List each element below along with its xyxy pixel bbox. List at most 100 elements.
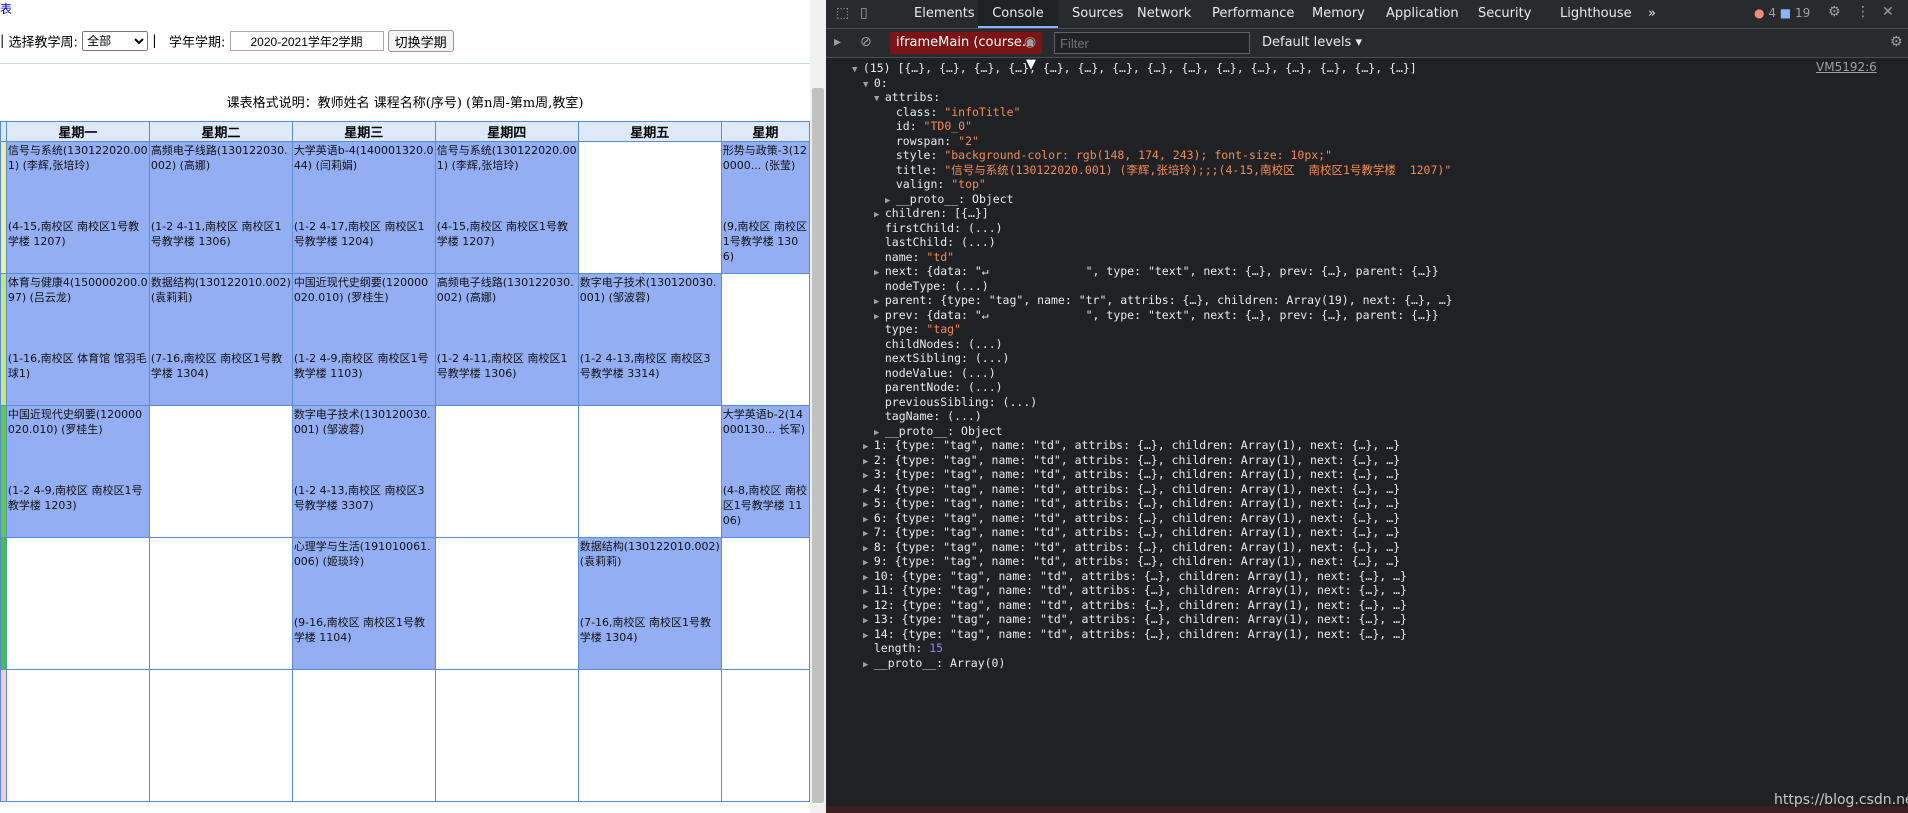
course-cell[interactable]: 数据结构(130122010.002) (袁莉莉) (7-16,南校区 南校区1号…: [148, 273, 293, 406]
more-options-icon[interactable]: ⋮: [1856, 4, 1870, 20]
expand-triangle-icon[interactable]: ▶: [863, 616, 874, 626]
tab-sources[interactable]: Sources: [1072, 0, 1123, 28]
tab-memory[interactable]: Memory: [1312, 0, 1365, 28]
expand-triangle-icon[interactable]: ▶: [874, 312, 885, 322]
empty-cell: [434, 669, 579, 802]
console-line[interactable]: ▶ __proto__: Object: [885, 192, 1014, 206]
course-cell[interactable]: 高频电子线路(130122030.002) (高娜) (1-2 4-11,南校区 …: [434, 273, 579, 406]
console-filter-input[interactable]: [1054, 32, 1250, 54]
top-link[interactable]: 表: [0, 0, 12, 17]
console-line[interactable]: ▶ __proto__: Array(0): [863, 656, 1005, 670]
course-cell[interactable]: 大学英语b-4(140001320.044) (闫莉娟) (1-2 4-17,南校…: [291, 141, 436, 274]
expand-triangle-icon[interactable]: ▶: [863, 660, 874, 670]
tab-application[interactable]: Application: [1386, 0, 1459, 28]
live-expression-eye-icon[interactable]: ◉: [1024, 34, 1036, 50]
collapse-triangle-icon[interactable]: ▼: [852, 65, 863, 75]
tab-performance[interactable]: Performance: [1212, 0, 1294, 28]
course-cell[interactable]: 数字电子技术(130120030.001) (邹波蓉) (1-2 4-13,南校区…: [577, 273, 722, 406]
sidebar-toggle-icon[interactable]: ▸: [834, 34, 841, 50]
console-line[interactable]: ▼ 0:: [863, 76, 888, 90]
console-line[interactable]: ▶ 9: {type: "tag", name: "td", attribs: …: [863, 554, 1400, 568]
inspect-icon[interactable]: ⬚: [836, 5, 849, 21]
course-cell[interactable]: 中国近现代史纲要(120000020.010) (罗桂生) (1-2 4-9,南校…: [5, 405, 150, 538]
expand-triangle-icon[interactable]: ▶: [863, 573, 874, 583]
console-line[interactable]: ▶ __proto__: Object: [874, 424, 1003, 438]
console-line[interactable]: ▶ parent: {type: "tag", name: "tr", attr…: [874, 293, 1453, 307]
log-levels-select[interactable]: Default levels ▾: [1262, 29, 1362, 57]
error-badge[interactable]: ● 4 ■ 19: [1754, 6, 1810, 20]
tab-network[interactable]: Network: [1137, 0, 1191, 28]
console-line[interactable]: ▶ 4: {type: "tag", name: "td", attribs: …: [863, 482, 1400, 496]
expand-triangle-icon[interactable]: ▶: [874, 297, 885, 307]
console-line[interactable]: ▶ 7: {type: "tag", name: "td", attribs: …: [863, 525, 1400, 539]
course-cell[interactable]: 中国近现代史纲要(120000020.010) (罗桂生) (1-2 4-9,南校…: [291, 273, 436, 406]
expand-triangle-icon[interactable]: ▶: [863, 631, 874, 641]
console-line[interactable]: ▶ 14: {type: "tag", name: "td", attribs:…: [863, 627, 1407, 641]
console-line[interactable]: ▼ attribs:: [874, 90, 940, 104]
console-line[interactable]: ▶ 2: {type: "tag", name: "td", attribs: …: [863, 453, 1400, 467]
console-line[interactable]: ▶ 8: {type: "tag", name: "td", attribs: …: [863, 540, 1400, 554]
source-link[interactable]: VM5192:6: [1816, 60, 1877, 74]
console-line[interactable]: ▶ next: {data: "↵ ", type: "text", next:…: [874, 264, 1439, 278]
close-devtools-icon[interactable]: ✕: [1882, 4, 1894, 20]
collapse-triangle-icon[interactable]: ▼: [874, 94, 885, 104]
object-value: {type: "tag", name: "td", attribs: {…}, …: [901, 612, 1407, 626]
settings-gear-icon[interactable]: ⚙: [1828, 4, 1841, 20]
expand-triangle-icon[interactable]: ▶: [863, 500, 874, 510]
device-toolbar-icon[interactable]: ▯: [860, 5, 868, 21]
tab-security[interactable]: Security: [1478, 0, 1531, 28]
course-cell[interactable]: 高频电子线路(130122030.002) (高娜) (1-2 4-11,南校区 …: [148, 141, 293, 274]
console-line[interactable]: ▼ (15) [{…}, {…}, {…}, {…}, {…}, {…}, {……: [852, 61, 1417, 75]
object-value: {type: "tag", name: "td", attribs: {…}, …: [894, 539, 1401, 554]
course-cell[interactable]: 数据结构(130122010.002) (袁莉莉) (7-16,南校区 南校区1号…: [577, 537, 722, 670]
tab-elements[interactable]: Elements: [914, 0, 975, 28]
expand-triangle-icon[interactable]: ▶: [863, 602, 874, 612]
console-line[interactable]: ▶ prev: {data: "↵ ", type: "text", next:…: [874, 308, 1439, 322]
console-line[interactable]: ▶ 1: {type: "tag", name: "td", attribs: …: [863, 438, 1400, 452]
more-tabs-chevron[interactable]: »: [1648, 0, 1656, 28]
expand-triangle-icon[interactable]: ▶: [863, 529, 874, 539]
expand-triangle-icon[interactable]: ▶: [863, 486, 874, 496]
expand-triangle-icon[interactable]: ▶: [874, 268, 885, 278]
expand-triangle-icon[interactable]: ▶: [863, 442, 874, 452]
tab-lighthouse[interactable]: Lighthouse: [1560, 0, 1632, 28]
expand-triangle-icon[interactable]: ▶: [863, 471, 874, 481]
empty-cell: [434, 405, 579, 538]
switch-term-button[interactable]: 切换学期: [387, 30, 454, 52]
course-cell[interactable]: 数字电子技术(130120030.001) (邹波蓉) (1-2 4-13,南校区…: [291, 405, 436, 538]
course-cell[interactable]: 心理学与生活(191010061.006) (姬琰玲) (9-16,南校区 南校区…: [291, 537, 436, 670]
expand-triangle-icon[interactable]: ▶: [885, 196, 896, 206]
page-scrollbar[interactable]: [810, 0, 826, 813]
course-cell[interactable]: 信号与系统(130122020.001) (李辉,张培玲) (4-15,南校区 南…: [5, 141, 150, 274]
console-line[interactable]: ▶ 11: {type: "tag", name: "td", attribs:…: [863, 583, 1407, 597]
course-cell[interactable]: 大学英语b-2(14000130... 长军) (4-8,南校区 南校区1号教学楼…: [720, 405, 810, 538]
scrollbar-thumb[interactable]: [812, 88, 824, 803]
console-line[interactable]: ▶ 3: {type: "tag", name: "td", attribs: …: [863, 467, 1400, 481]
course-cell[interactable]: 体育与健康4(150000200.097) (吕云龙) (1-16,南校区 体育馆…: [5, 273, 150, 406]
expand-triangle-icon[interactable]: ▶: [874, 428, 885, 438]
tab-console[interactable]: Console: [978, 0, 1058, 28]
collapse-triangle-icon[interactable]: ▼: [863, 80, 874, 90]
console-line[interactable]: ▶ 5: {type: "tag", name: "td", attribs: …: [863, 496, 1400, 510]
expand-triangle-icon[interactable]: ▶: [863, 515, 874, 525]
property-key: 14:: [873, 626, 902, 641]
course-cell[interactable]: 形势与政策-3(120000... (张莹) (9,南校区 南校区1号教学楼 13…: [720, 141, 810, 274]
expand-triangle-icon[interactable]: ▶: [863, 544, 874, 554]
console-line[interactable]: ▶ 13: {type: "tag", name: "td", attribs:…: [863, 612, 1407, 626]
expand-triangle-icon[interactable]: ▶: [863, 558, 874, 568]
expand-triangle-icon[interactable]: ▶: [863, 587, 874, 597]
expand-triangle-icon[interactable]: ▶: [863, 457, 874, 467]
course-cell[interactable]: 信号与系统(130122020.001) (李辉,张培玲) (4-15,南校区 南…: [434, 141, 579, 274]
term-input[interactable]: [229, 31, 384, 51]
week-select[interactable]: 全部: [82, 31, 149, 51]
console-settings-gear-icon[interactable]: ⚙: [1890, 34, 1903, 50]
property-key: name:: [884, 249, 927, 264]
console-line[interactable]: ▶ children: [{…}]: [874, 206, 989, 220]
context-select[interactable]: iframeMain (course... ▼: [890, 32, 1042, 72]
console-line[interactable]: ▶ 10: {type: "tag", name: "td", attribs:…: [863, 569, 1407, 583]
console-line[interactable]: ▶ 12: {type: "tag", name: "td", attribs:…: [863, 598, 1407, 612]
expand-triangle-icon[interactable]: ▶: [874, 210, 885, 220]
console-line[interactable]: ▶ 6: {type: "tag", name: "td", attribs: …: [863, 511, 1400, 525]
clear-console-icon[interactable]: ⊘: [860, 34, 872, 50]
